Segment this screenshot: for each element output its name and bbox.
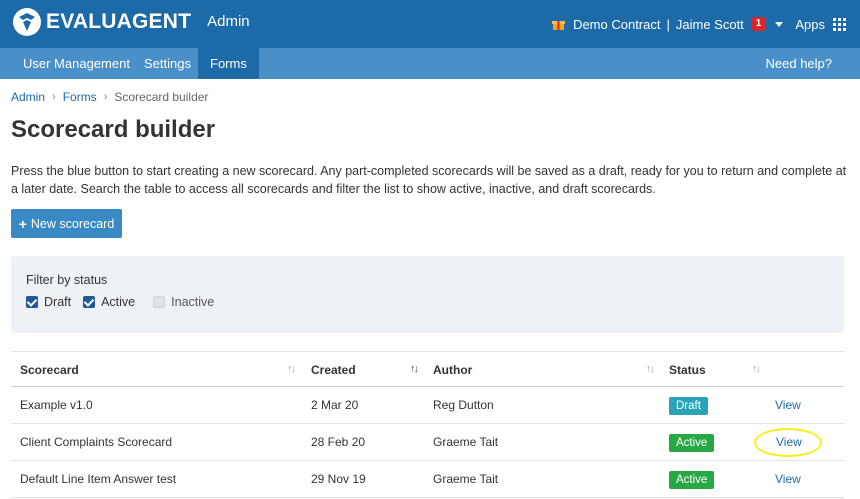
draft-checkbox[interactable] [26, 296, 38, 308]
filter-label: Filter by status [26, 273, 108, 287]
sort-icon[interactable]: ↑↓ [752, 363, 761, 375]
author-name: Graeme Tait [433, 435, 499, 449]
apps-label[interactable]: Apps [795, 17, 825, 32]
table-row: Default Line Item Answer test 29 Nov 19 … [11, 461, 844, 498]
user-menu: Demo Contract | Jaime Scott 1 Apps [552, 0, 846, 48]
table-row: Example v1.0 2 Mar 20 Reg Dutton Draft V… [11, 387, 844, 424]
active-checkbox[interactable] [83, 296, 96, 308]
scorecard-name: Example v1.0 [20, 398, 93, 412]
created-date: 28 Feb 20 [311, 435, 366, 449]
column-header-created[interactable]: Created [311, 352, 356, 388]
status-badge: Draft [669, 397, 708, 415]
nav-item-forms[interactable]: Forms [198, 48, 259, 79]
status-badge: Active [669, 471, 715, 489]
active-label: Active [101, 295, 136, 309]
nav-item-settings[interactable]: Settings [132, 48, 203, 79]
author-name: Graeme Tait [433, 472, 499, 486]
breadcrumb-current: Scorecard builder [114, 90, 209, 104]
sort-icon[interactable]: ↑↓ [410, 363, 419, 375]
plus-icon: + [18, 215, 27, 232]
grid-icon[interactable] [833, 17, 846, 31]
draft-label: Draft [44, 295, 72, 309]
scorecard-name: Default Line Item Answer test [20, 472, 177, 486]
column-header-scorecard[interactable]: Scorecard [20, 352, 79, 388]
inactive-checkbox[interactable] [153, 296, 166, 308]
nav-bar: User Management Settings Forms Need help… [0, 48, 860, 79]
page-intro: Press the blue button to start creating … [11, 164, 847, 196]
created-date: 2 Mar 20 [311, 398, 359, 412]
view-link[interactable]: View [775, 387, 801, 424]
breadcrumb: Admin › Forms › Scorecard builder [11, 90, 208, 104]
scorecards-table: Scorecard ↑↓ Created ↑↓ Author ↑↓ Status… [11, 351, 844, 498]
status-filter-panel: Filter by status Draft Active Inactive [11, 256, 844, 333]
filter-active[interactable]: Active [83, 295, 135, 309]
nav-item-user-management[interactable]: User Management [11, 48, 142, 79]
brand-name: EVALUAGENT [46, 10, 192, 33]
gift-icon [552, 20, 566, 30]
page-title: Scorecard builder [11, 116, 216, 143]
breadcrumb-separator: › [103, 91, 108, 103]
help-link[interactable]: Need help? [766, 48, 833, 79]
table-header: Scorecard ↑↓ Created ↑↓ Author ↑↓ Status… [11, 351, 844, 387]
view-link[interactable]: View [775, 461, 801, 498]
sort-icon[interactable]: ↑↓ [287, 363, 296, 375]
filter-options: Draft Active Inactive [26, 295, 226, 309]
breadcrumb-separator: › [52, 91, 56, 103]
new-scorecard-button[interactable]: + New scorecard [11, 209, 122, 238]
author-name: Reg Dutton [433, 398, 494, 412]
separator: | [666, 16, 670, 32]
breadcrumb-forms[interactable]: Forms [63, 90, 97, 104]
status-badge: Active [669, 434, 715, 452]
sort-icon[interactable]: ↑↓ [646, 363, 655, 375]
column-header-status[interactable]: Status [669, 352, 706, 388]
brand-logo[interactable]: EVALUAGENT Admin [12, 7, 250, 37]
user-name[interactable]: Jaime Scott [676, 17, 744, 32]
filter-draft[interactable]: Draft [26, 295, 71, 309]
created-date: 29 Nov 19 [311, 472, 366, 486]
column-header-author[interactable]: Author [433, 352, 472, 388]
section-name: Admin [207, 13, 250, 30]
highlight-annotation [754, 428, 822, 457]
breadcrumb-admin[interactable]: Admin [11, 90, 45, 104]
filter-inactive[interactable]: Inactive [153, 295, 214, 309]
evaluagent-logo-icon [13, 8, 41, 36]
table-row: Client Complaints Scorecard 28 Feb 20 Gr… [11, 424, 844, 461]
new-scorecard-label: New scorecard [30, 216, 115, 231]
caret-down-icon[interactable] [775, 21, 784, 27]
scorecard-name: Client Complaints Scorecard [20, 435, 173, 449]
contract-name[interactable]: Demo Contract [573, 17, 660, 32]
top-bar: EVALUAGENT Admin Demo Contract | Jaime S… [0, 0, 860, 48]
notification-badge[interactable]: 1 [751, 17, 766, 31]
inactive-label: Inactive [171, 295, 215, 309]
